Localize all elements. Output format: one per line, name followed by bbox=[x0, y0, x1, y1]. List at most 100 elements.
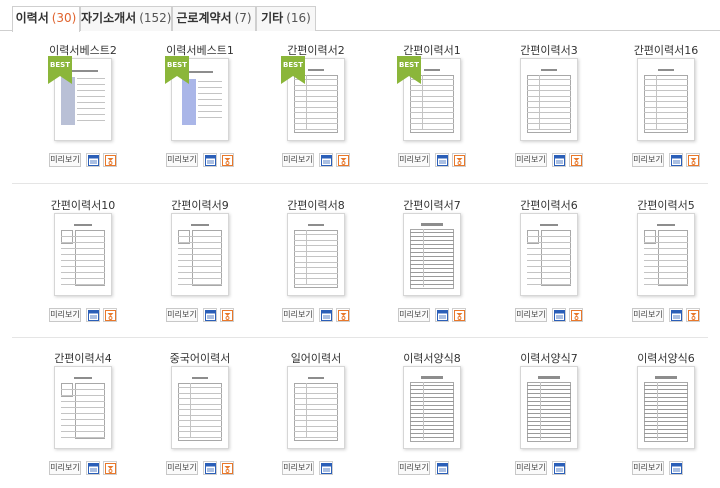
template-title[interactable]: 간편이력서8 bbox=[258, 197, 374, 213]
template-thumbnail[interactable] bbox=[637, 213, 695, 296]
template-title[interactable]: 중국어이력서 bbox=[142, 350, 258, 366]
preview-button[interactable]: 미리보기 bbox=[282, 308, 314, 322]
tab-0[interactable]: 이력서 (30) bbox=[12, 6, 80, 32]
template-row: 이력서베스트2 BEST 미리보기 이력서베스트1 BEST 미리보기 간편이력서2 BEST… bbox=[0, 42, 720, 187]
preview-button[interactable]: 미리보기 bbox=[515, 461, 547, 475]
preview-button[interactable]: 미리보기 bbox=[49, 153, 81, 167]
template-title[interactable]: 간편이력서2 bbox=[258, 42, 374, 58]
hwp-doc-icon[interactable] bbox=[686, 308, 700, 322]
template-title[interactable]: 간편이력서4 bbox=[25, 350, 141, 366]
template-title[interactable]: 간편이력서3 bbox=[491, 42, 607, 58]
template-thumbnail[interactable] bbox=[287, 366, 345, 449]
template-title[interactable]: 이력서베스트1 bbox=[142, 42, 258, 58]
hwp-doc-icon[interactable] bbox=[336, 308, 350, 322]
hwp-doc-icon[interactable] bbox=[569, 153, 583, 167]
word-doc-icon[interactable] bbox=[669, 308, 683, 322]
template-row: 간편이력서4 미리보기 중국어이력서 미리보기 일어이력서 미리보기 이력서양식8 미리보기 이… bbox=[0, 350, 720, 488]
template-title[interactable]: 간편이력서1 bbox=[374, 42, 490, 58]
template-title[interactable]: 간편이력서5 bbox=[608, 197, 720, 213]
template-thumbnail[interactable] bbox=[287, 213, 345, 296]
template-thumbnail[interactable] bbox=[403, 366, 461, 449]
word-doc-icon[interactable] bbox=[86, 308, 100, 322]
template-thumbnail[interactable] bbox=[637, 366, 695, 449]
word-doc-icon[interactable] bbox=[319, 461, 333, 475]
tab-3[interactable]: 기타 (16) bbox=[256, 6, 316, 31]
word-doc-icon[interactable] bbox=[319, 153, 333, 167]
word-doc-icon[interactable] bbox=[435, 153, 449, 167]
word-doc-icon[interactable] bbox=[552, 308, 566, 322]
preview-button[interactable]: 미리보기 bbox=[166, 461, 198, 475]
preview-button[interactable]: 미리보기 bbox=[282, 153, 314, 167]
preview-button[interactable]: 미리보기 bbox=[632, 461, 664, 475]
template-title[interactable]: 이력서양식6 bbox=[608, 350, 720, 366]
template-card: 일어이력서미리보기 bbox=[258, 350, 374, 488]
word-doc-icon[interactable] bbox=[203, 461, 217, 475]
template-title[interactable]: 간편이력서7 bbox=[374, 197, 490, 213]
hwp-doc-icon[interactable] bbox=[103, 461, 117, 475]
thumbnail-document-art bbox=[294, 375, 338, 441]
template-title[interactable]: 간편이력서6 bbox=[491, 197, 607, 213]
hwp-doc-icon[interactable] bbox=[336, 153, 350, 167]
hwp-doc-icon[interactable] bbox=[569, 308, 583, 322]
template-card: 중국어이력서미리보기 bbox=[142, 350, 258, 488]
tab-1[interactable]: 자기소개서 (152) bbox=[80, 6, 172, 31]
best-badge: BEST bbox=[48, 56, 72, 86]
word-doc-icon[interactable] bbox=[203, 308, 217, 322]
preview-button[interactable]: 미리보기 bbox=[166, 153, 198, 167]
word-doc-icon[interactable] bbox=[669, 461, 683, 475]
word-doc-icon[interactable] bbox=[552, 153, 566, 167]
template-title[interactable]: 간편이력서16 bbox=[608, 42, 720, 58]
hwp-doc-icon[interactable] bbox=[452, 153, 466, 167]
template-title[interactable]: 간편이력서10 bbox=[25, 197, 141, 213]
word-doc-icon[interactable] bbox=[319, 308, 333, 322]
preview-button[interactable]: 미리보기 bbox=[49, 461, 81, 475]
preview-button[interactable]: 미리보기 bbox=[166, 308, 198, 322]
template-thumbnail[interactable] bbox=[520, 58, 578, 141]
template-thumbnail[interactable] bbox=[637, 58, 695, 141]
template-thumbnail[interactable] bbox=[54, 213, 112, 296]
template-title[interactable]: 이력서베스트2 bbox=[25, 42, 141, 58]
hwp-doc-icon[interactable] bbox=[220, 461, 234, 475]
thumbnail-document-art bbox=[61, 222, 105, 287]
word-doc-icon[interactable] bbox=[552, 461, 566, 475]
template-thumbnail[interactable] bbox=[171, 213, 229, 296]
preview-button[interactable]: 미리보기 bbox=[398, 153, 430, 167]
template-card: 간편이력서1 BEST 미리보기 bbox=[374, 42, 490, 182]
preview-button[interactable]: 미리보기 bbox=[282, 461, 314, 475]
template-thumbnail[interactable] bbox=[520, 213, 578, 296]
hwp-doc-icon[interactable] bbox=[220, 153, 234, 167]
template-actions: 미리보기 bbox=[608, 308, 720, 322]
hwp-doc-icon[interactable] bbox=[686, 153, 700, 167]
template-card: 간편이력서7 미리보기 bbox=[374, 197, 490, 337]
template-title[interactable]: 간편이력서9 bbox=[142, 197, 258, 213]
template-title[interactable]: 이력서양식7 bbox=[491, 350, 607, 366]
word-doc-icon[interactable] bbox=[669, 153, 683, 167]
thumbnail-document-art bbox=[644, 375, 688, 442]
word-doc-icon[interactable] bbox=[203, 153, 217, 167]
word-doc-icon[interactable] bbox=[435, 308, 449, 322]
hwp-doc-icon[interactable] bbox=[452, 308, 466, 322]
best-badge: BEST bbox=[281, 56, 305, 86]
word-doc-icon[interactable] bbox=[435, 461, 449, 475]
preview-button[interactable]: 미리보기 bbox=[632, 308, 664, 322]
template-title[interactable]: 일어이력서 bbox=[258, 350, 374, 366]
preview-button[interactable]: 미리보기 bbox=[398, 461, 430, 475]
word-doc-icon[interactable] bbox=[86, 153, 100, 167]
preview-button[interactable]: 미리보기 bbox=[515, 153, 547, 167]
hwp-doc-icon[interactable] bbox=[103, 153, 117, 167]
template-title[interactable]: 이력서양식8 bbox=[374, 350, 490, 366]
preview-button[interactable]: 미리보기 bbox=[398, 308, 430, 322]
preview-button[interactable]: 미리보기 bbox=[515, 308, 547, 322]
tab-count: (7) bbox=[234, 11, 252, 25]
preview-button[interactable]: 미리보기 bbox=[49, 308, 81, 322]
template-actions: 미리보기 bbox=[608, 461, 720, 475]
template-thumbnail[interactable] bbox=[403, 213, 461, 296]
template-thumbnail[interactable] bbox=[171, 366, 229, 449]
template-thumbnail[interactable] bbox=[54, 366, 112, 449]
word-doc-icon[interactable] bbox=[86, 461, 100, 475]
tab-2[interactable]: 근로계약서 (7) bbox=[172, 6, 256, 31]
hwp-doc-icon[interactable] bbox=[103, 308, 117, 322]
hwp-doc-icon[interactable] bbox=[220, 308, 234, 322]
template-thumbnail[interactable] bbox=[520, 366, 578, 449]
preview-button[interactable]: 미리보기 bbox=[632, 153, 664, 167]
